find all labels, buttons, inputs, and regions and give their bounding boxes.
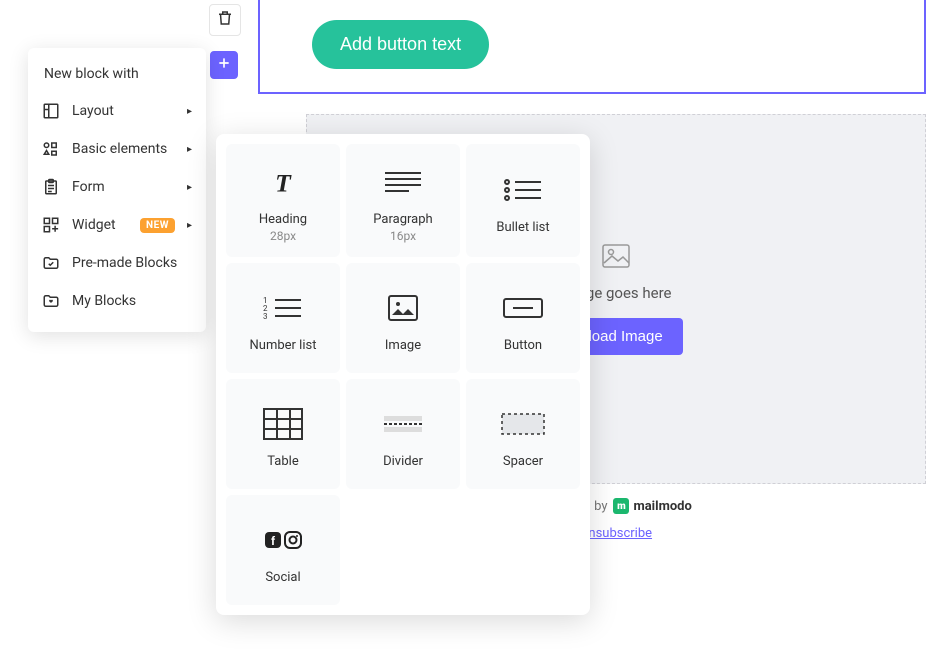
divider-icon [383,404,423,444]
new-block-menu: New block with Layout ▸ Basic elements ▸… [28,48,206,332]
plus-icon [216,55,232,75]
menu-item-basic-elements[interactable]: Basic elements ▸ [28,130,206,168]
element-heading[interactable]: T Heading 28px [226,144,340,257]
table-icon [263,404,303,444]
delete-button[interactable] [209,4,241,36]
element-spacer[interactable]: Spacer [466,379,580,489]
element-label: Image [385,338,421,353]
unsubscribe-link[interactable]: Unsubscribe [580,526,652,541]
new-badge: NEW [140,218,175,233]
menu-label: My Blocks [72,293,192,309]
number-list-icon: 123 [263,288,303,328]
element-label: Bullet list [496,220,549,235]
cta-button[interactable]: Add button text [312,20,489,69]
widget-icon [42,216,60,234]
element-social[interactable]: f Social [226,495,340,605]
element-label: Table [267,454,298,469]
element-button[interactable]: Button [466,263,580,373]
element-number-list[interactable]: 123 Number list [226,263,340,373]
menu-label: Pre-made Blocks [72,255,192,271]
selected-block[interactable]: Add button text [258,0,926,94]
chevron-right-icon: ▸ [187,144,192,155]
add-block-button[interactable] [210,51,238,79]
chevron-right-icon: ▸ [187,182,192,193]
element-label: Spacer [503,454,543,469]
menu-item-widget[interactable]: Widget NEW ▸ [28,206,206,244]
basic-elements-grid: T Heading 28px Paragraph 16px Bullet lis… [216,134,590,615]
element-bullet-list[interactable]: Bullet list [466,144,580,257]
brand-logo-mark: m [613,498,629,514]
folder-heart-icon [42,292,60,310]
menu-item-premade-blocks[interactable]: Pre-made Blocks [28,244,206,282]
element-label: Button [504,338,542,353]
element-table[interactable]: Table [226,379,340,489]
element-sublabel: 16px [390,229,416,243]
layout-icon [42,102,60,120]
menu-label: Basic elements [72,141,175,157]
menu-item-layout[interactable]: Layout ▸ [28,92,206,130]
brand-logo[interactable]: m mailmodo [613,498,691,514]
svg-text:3: 3 [263,312,268,320]
folder-icon [42,254,60,272]
heading-icon: T [269,162,297,202]
clipboard-icon [42,178,60,196]
element-label: Heading [259,212,307,227]
paragraph-icon [383,162,423,202]
element-label: Divider [383,454,423,469]
trash-icon [216,9,234,31]
element-paragraph[interactable]: Paragraph 16px [346,144,460,257]
element-label: Paragraph [373,212,432,227]
image-placeholder-icon [602,244,630,272]
button-icon [503,288,543,328]
element-label: Number list [250,338,317,353]
brand-name: mailmodo [633,499,691,514]
chevron-right-icon: ▸ [187,106,192,117]
element-image[interactable]: Image [346,263,460,373]
menu-label: Form [72,179,175,195]
menu-label: Layout [72,103,175,119]
chevron-right-icon: ▸ [187,220,192,231]
bullet-list-icon [503,170,543,210]
spacer-icon [501,404,545,444]
svg-text:T: T [275,168,292,196]
menu-item-my-blocks[interactable]: My Blocks [28,282,206,320]
social-icon: f [263,520,303,560]
shapes-icon [42,140,60,158]
element-sublabel: 28px [270,229,296,243]
element-label: Social [265,570,300,585]
menu-title: New block with [28,66,206,92]
element-divider[interactable]: Divider [346,379,460,489]
menu-item-form[interactable]: Form ▸ [28,168,206,206]
menu-label: Widget [72,217,128,233]
image-icon [388,288,418,328]
